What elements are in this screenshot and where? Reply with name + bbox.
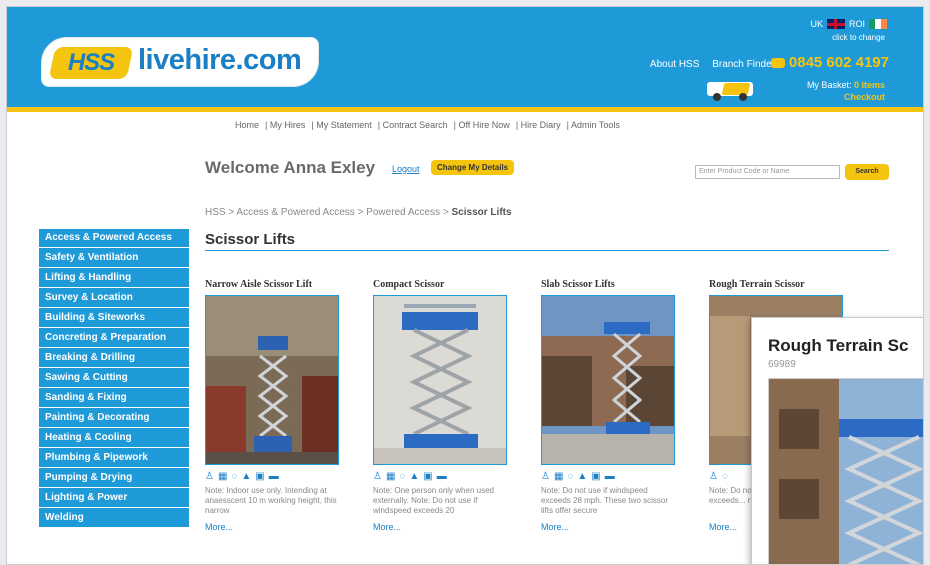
- weight-icon: ◌: [567, 471, 574, 482]
- height-icon: ▦: [553, 471, 564, 482]
- basket-label: My Basket:: [806, 80, 852, 90]
- search-button[interactable]: Search: [845, 164, 889, 180]
- logo-text: livehire.com: [138, 44, 302, 76]
- height-icon: ▦: [385, 471, 396, 482]
- product-title[interactable]: Narrow Aisle Scissor Lift: [205, 279, 345, 295]
- ireland-flag-icon[interactable]: [869, 19, 887, 29]
- nav-my-statement[interactable]: My Statement: [316, 120, 372, 130]
- site-header: HSS livehire.com UK ROI click to change …: [7, 7, 923, 107]
- site-logo[interactable]: HSS livehire.com: [41, 37, 319, 87]
- uk-flag-icon[interactable]: [826, 19, 845, 29]
- sidebar-item-painting[interactable]: Painting & Decorating: [39, 408, 189, 428]
- sidebar-item-safety[interactable]: Safety & Ventilation: [39, 248, 189, 268]
- product-title[interactable]: Slab Scissor Lifts: [541, 279, 681, 295]
- sidebar-item-survey[interactable]: Survey & Location: [39, 288, 189, 308]
- title-divider: [205, 250, 889, 251]
- sidebar-item-sawing[interactable]: Sawing & Cutting: [39, 368, 189, 388]
- more-link[interactable]: More...: [205, 522, 345, 532]
- product-card: Narrow Aisle Scissor Lift ♙ ▦ ◌ ▲ ▣ ▬ No…: [205, 279, 345, 532]
- popup-title: Rough Terrain Sc: [768, 336, 909, 355]
- region-roi-label[interactable]: ROI: [849, 19, 865, 29]
- sidebar-item-heating[interactable]: Heating & Cooling: [39, 428, 189, 448]
- weight-icon: ◌: [231, 471, 238, 482]
- nav-contract-search[interactable]: Contract Search: [383, 120, 448, 130]
- header-links: About HSS Branch Finder: [640, 59, 775, 70]
- logout-link[interactable]: Logout: [392, 164, 420, 174]
- hss-logo-badge: HSS: [48, 47, 134, 79]
- region-selector[interactable]: UK ROI: [810, 19, 887, 29]
- basket-count[interactable]: 0 items: [854, 80, 885, 90]
- category-sidebar: Access & Powered Access Safety & Ventila…: [39, 229, 189, 528]
- power-icon: ▲: [577, 471, 588, 482]
- top-navigation: Home | My Hires | My Statement | Contract S…: [235, 120, 620, 130]
- transport-icon: ▬: [436, 471, 447, 482]
- product-image[interactable]: [373, 295, 507, 465]
- product-note: Note: One person only when used external…: [373, 486, 494, 515]
- person-icon: ♙: [205, 471, 214, 482]
- person-icon: ♙: [373, 471, 382, 482]
- weight-icon: ◌: [721, 471, 728, 482]
- branch-finder-link[interactable]: Branch Finder: [712, 59, 775, 70]
- power-icon: ▲: [241, 471, 252, 482]
- change-details-button[interactable]: Change My Details: [431, 160, 515, 175]
- transport-icon: ▬: [268, 471, 279, 482]
- product-image[interactable]: [541, 295, 675, 465]
- product-note: Note: Indoor use only. Intending at anae…: [205, 486, 337, 515]
- power-icon: ▲: [409, 471, 420, 482]
- region-uk-label[interactable]: UK: [810, 19, 823, 29]
- sidebar-item-lighting[interactable]: Lighting & Power: [39, 488, 189, 508]
- height-icon: ▦: [217, 471, 228, 482]
- browser-page: HSS livehire.com UK ROI click to change …: [6, 6, 924, 565]
- product-note: Note: Do not use if windspeed exceeds 28…: [541, 486, 669, 515]
- breadcrumb: HSS > Access & Powered Access > Powered …: [205, 207, 512, 218]
- header-accent-strip: [7, 107, 923, 112]
- sidebar-item-access[interactable]: Access & Powered Access: [39, 229, 189, 248]
- feature-icons: ♙ ▦ ◌ ▲ ▣ ▬: [541, 471, 681, 483]
- phone-icon: [770, 58, 785, 69]
- product-title[interactable]: Compact Scissor: [373, 279, 513, 295]
- nav-my-hires[interactable]: My Hires: [270, 120, 306, 130]
- product-image[interactable]: [205, 295, 339, 465]
- product-card: Compact Scissor ♙ ▦ ◌ ▲ ▣ ▬ Note: One pe…: [373, 279, 513, 532]
- welcome-heading: Welcome Anna Exley: [205, 158, 376, 177]
- person-icon: ♙: [541, 471, 550, 482]
- breadcrumb-path[interactable]: HSS > Access & Powered Access > Powered …: [205, 207, 452, 218]
- more-link[interactable]: More...: [541, 522, 681, 532]
- nav-hire-diary[interactable]: Hire Diary: [521, 120, 561, 130]
- page-title: Scissor Lifts: [205, 231, 296, 248]
- feature-icons: ♙ ▦ ◌ ▲ ▣ ▬: [205, 471, 345, 483]
- sidebar-item-lifting[interactable]: Lifting & Handling: [39, 268, 189, 288]
- more-link[interactable]: More...: [373, 522, 513, 532]
- sidebar-item-welding[interactable]: Welding: [39, 508, 189, 528]
- nav-home[interactable]: Home: [235, 120, 259, 130]
- popup-product-code: 69989: [768, 359, 796, 370]
- phone-number: 0845 602 4197: [770, 54, 889, 71]
- fuel-icon: ▣: [423, 471, 433, 482]
- sidebar-item-concreting[interactable]: Concreting & Preparation: [39, 328, 189, 348]
- feature-icons: ♙ ▦ ◌ ▲ ▣ ▬: [373, 471, 513, 483]
- sidebar-item-plumbing[interactable]: Plumbing & Pipework: [39, 448, 189, 468]
- delivery-van-icon: [707, 79, 765, 101]
- click-to-change-text: click to change: [832, 33, 885, 42]
- about-hss-link[interactable]: About HSS: [650, 59, 699, 70]
- weight-icon: ◌: [399, 471, 406, 482]
- sidebar-item-building[interactable]: Building & Siteworks: [39, 308, 189, 328]
- basket-summary[interactable]: My Basket: 0 items Checkout: [807, 79, 885, 103]
- nav-admin-tools[interactable]: Admin Tools: [571, 120, 620, 130]
- popup-product-image: [768, 378, 923, 564]
- transport-icon: ▬: [604, 471, 615, 482]
- sidebar-item-sanding[interactable]: Sanding & Fixing: [39, 388, 189, 408]
- nav-off-hire-now[interactable]: Off Hire Now: [458, 120, 509, 130]
- product-preview-popup[interactable]: Rough Terrain Sc 69989: [751, 317, 923, 564]
- product-search-input[interactable]: Enter Product Code or Name: [695, 165, 840, 179]
- fuel-icon: ▣: [591, 471, 601, 482]
- breadcrumb-current: Scissor Lifts: [451, 207, 512, 218]
- person-icon: ♙: [709, 471, 718, 482]
- product-title[interactable]: Rough Terrain Scissor: [709, 279, 849, 295]
- product-card: Slab Scissor Lifts ♙ ▦ ◌ ▲ ▣ ▬ Note: Do …: [541, 279, 681, 532]
- fuel-icon: ▣: [255, 471, 265, 482]
- checkout-link[interactable]: Checkout: [844, 92, 885, 102]
- sidebar-item-pumping[interactable]: Pumping & Drying: [39, 468, 189, 488]
- sidebar-item-breaking[interactable]: Breaking & Drilling: [39, 348, 189, 368]
